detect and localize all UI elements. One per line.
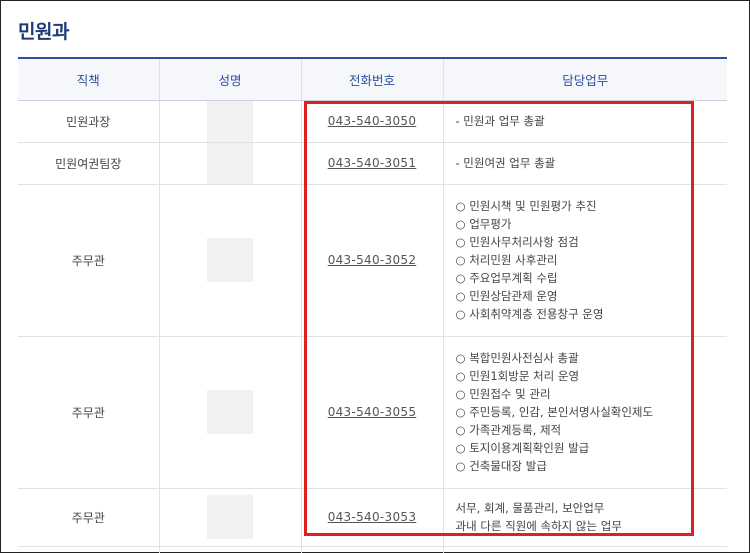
- duty-line: - 민원과 업무 총괄: [455, 114, 545, 128]
- phone-link[interactable]: 043-540-3053: [328, 510, 417, 524]
- duty-cell: - 민원과 업무 총괄: [442, 100, 727, 143]
- phone-link[interactable]: 043-540-3051: [328, 156, 417, 170]
- phone-link[interactable]: 043-540-3055: [328, 405, 417, 419]
- table-row: 민원과장 043-540-3050 - 민원과 업무 총괄: [18, 100, 727, 143]
- duty-line: ○ 사회취약계층 전용창구 운영: [455, 307, 604, 321]
- header-name: 성명: [158, 58, 301, 101]
- duty-line: ○ 주민등록, 인감, 본인서명사실확인제도: [455, 405, 654, 419]
- table-row: 주무관 043-540-3052 ○ 민원시책 및 민원평가 추진 ○ 업무평가…: [18, 184, 727, 337]
- phone-cell: 043-540-3051: [300, 142, 443, 185]
- position-cell: 주무관: [18, 184, 159, 337]
- position-cell: 주무관: [18, 488, 159, 547]
- phone-link[interactable]: 043-540-3052: [328, 253, 417, 267]
- name-cell-redacted: [158, 488, 301, 547]
- duty-line: ○ 주요업무계획 수립: [455, 271, 558, 285]
- table-row: 주무관 043-540-3053 서무, 회계, 물품관리, 보안업무 과내 다…: [18, 488, 727, 547]
- page-title: 민원과: [18, 21, 69, 43]
- duty-line: - 민원여권 업무 총괄: [455, 156, 556, 170]
- table-row: 주무관 043-540-3055 ○ 복합민원사전심사 총괄 ○ 민원1회방문 …: [18, 336, 727, 489]
- duty-line: ○ 민원사무처리사항 점검: [455, 235, 579, 249]
- duty-line: ○ 토지이용계획확인원 발급: [455, 441, 590, 455]
- duty-line: ○ 민원상담관제 운영: [455, 289, 558, 303]
- phone-cell: 043-540-3055: [300, 336, 443, 489]
- phone-cell: 043-540-3050: [300, 100, 443, 143]
- duty-line: ○ 복합민원사전심사 총괄: [455, 351, 579, 365]
- duty-line: ○ 건축물대장 발급: [455, 459, 547, 473]
- name-cell-redacted: [158, 184, 301, 337]
- name-cell-redacted: [158, 142, 301, 185]
- position-cell: 민원과장: [18, 100, 159, 143]
- name-cell-redacted: [158, 336, 301, 489]
- position-cell: 민원여권팀장: [18, 142, 159, 185]
- name-cell-redacted: [158, 100, 301, 143]
- duty-cell: ○ 민원시책 및 민원평가 추진 ○ 업무평가 ○ 민원사무처리사항 점검 ○ …: [442, 184, 727, 337]
- duty-line: ○ 처리민원 사후관리: [455, 253, 558, 267]
- duty-line: ○ 민원접수 및 관리: [455, 387, 551, 401]
- duty-line: ○ 민원1회방문 처리 운영: [455, 369, 580, 383]
- phone-cell: 043-540-3053: [300, 488, 443, 547]
- phone-cell: 043-540-3052: [300, 184, 443, 337]
- header-phone: 전화번호: [300, 58, 443, 101]
- duty-cell: 서무, 회계, 물품관리, 보안업무 과내 다른 직원에 속하지 않는 업무: [442, 488, 727, 547]
- duty-line: 과내 다른 직원에 속하지 않는 업무: [455, 519, 622, 533]
- duty-line: 서무, 회계, 물품관리, 보안업무: [455, 501, 605, 515]
- duty-line: ○ 업무평가: [455, 217, 512, 231]
- duty-cell: ○ 복합민원사전심사 총괄 ○ 민원1회방문 처리 운영 ○ 민원접수 및 관리…: [442, 336, 727, 489]
- partial-next-row: [18, 541, 727, 553]
- duty-cell: - 민원여권 업무 총괄: [442, 142, 727, 185]
- header-duty: 담당업무: [442, 58, 727, 101]
- table-row: 민원여권팀장 043-540-3051 - 민원여권 업무 총괄: [18, 142, 727, 185]
- duty-line: ○ 민원시책 및 민원평가 추진: [455, 199, 597, 213]
- duty-line: ○ 가족관계등록, 제적: [455, 423, 562, 437]
- table-header-row: 직책 성명 전화번호 담당업무: [18, 58, 727, 101]
- phone-link[interactable]: 043-540-3050: [328, 114, 417, 128]
- position-cell: 주무관: [18, 336, 159, 489]
- staff-table: 직책 성명 전화번호 담당업무 민원과장 043-540-3050 - 민원과 …: [18, 57, 727, 547]
- header-position: 직책: [18, 58, 159, 101]
